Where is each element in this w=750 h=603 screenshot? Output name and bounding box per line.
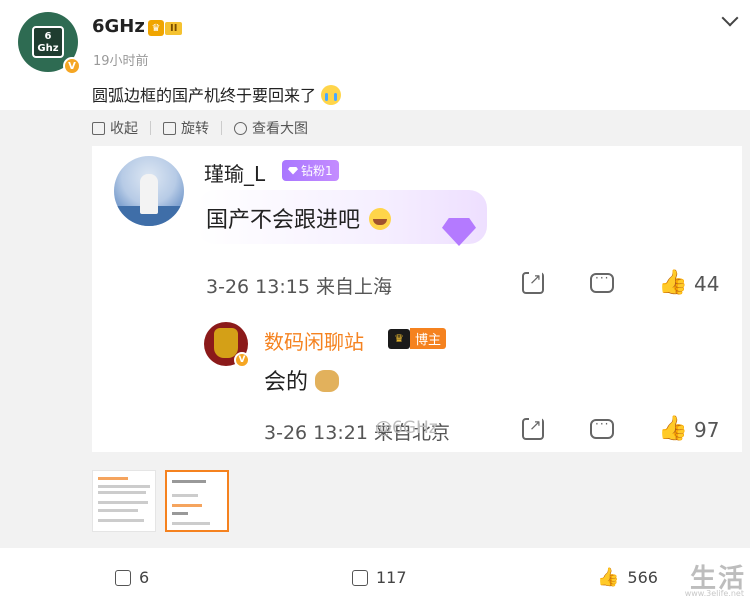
thumbnail-1[interactable] [92, 470, 156, 532]
view-large-button[interactable]: 查看大图 [234, 118, 320, 138]
image-toolbar: 收起 旋转 查看大图 [92, 118, 320, 138]
diamond-icon [288, 166, 298, 175]
collapse-label: 收起 [110, 121, 138, 137]
thumb-line [98, 485, 150, 488]
collapse-button[interactable]: 收起 [92, 118, 150, 138]
author-name[interactable]: 6GHz [92, 16, 145, 37]
post-text-body: 圆弧边框的国产机终于要回来了 [92, 86, 317, 105]
avatar-mask [214, 328, 238, 358]
crying-emoji-icon [321, 85, 342, 105]
thumbs-up-icon: 👍 [597, 566, 620, 588]
verified-badge-icon: V [234, 352, 250, 368]
action-bar: 6 117 👍 566 生活 www.3elife.net [0, 548, 750, 603]
repost-icon [115, 569, 131, 586]
comments-count: 117 [376, 568, 407, 587]
doge-emoji-icon [315, 370, 340, 392]
comment1-likes: 44 [694, 272, 720, 296]
view-large-label: 查看大图 [252, 121, 308, 137]
comments-button[interactable]: 117 [352, 568, 407, 587]
comment-icon [590, 271, 614, 293]
post-text: 圆弧边框的国产机终于要回来了 [92, 82, 342, 106]
level-label: II [165, 21, 183, 35]
commenter1-name: 瑾瑜_L [204, 162, 266, 186]
thumb-line [98, 519, 144, 522]
watermark: @6GHz [375, 418, 438, 438]
comment2-body: 会的 [264, 370, 309, 395]
thumb-line [98, 491, 146, 494]
comment-icon [352, 569, 368, 586]
likes-count: 566 [627, 568, 658, 587]
screenshot-image: 瑾瑜_L 钻粉1 国产不会跟进吧 3-26 13:15 来自上海 👍 44 V … [92, 146, 742, 452]
comment1-body: 国产不会跟进吧 [206, 208, 361, 233]
fan-badge: 钻粉1 [282, 160, 339, 181]
thumb-line [172, 480, 206, 483]
thumb-line [172, 512, 188, 515]
toolbar-divider [221, 121, 222, 135]
thumb-line [98, 501, 148, 504]
host-badge: ♛ 博主 [388, 328, 447, 349]
thumbs-up-icon: 👍 [658, 268, 688, 296]
verified-badge-icon: V [63, 57, 81, 75]
chip-logo: 6 Ghz [32, 26, 64, 58]
thumb-line [98, 509, 138, 512]
commenter2-name: 数码闲聊站 [264, 330, 364, 354]
share-icon [522, 416, 544, 440]
comment2-datetime: 3-26 13:21 [264, 422, 368, 444]
chevron-down-icon[interactable] [721, 9, 739, 27]
thumb-line [172, 494, 198, 497]
toolbar-divider [150, 121, 151, 135]
magnifier-icon [234, 121, 247, 135]
thumb-line [98, 477, 128, 480]
share-icon [522, 270, 544, 294]
thumb-line [172, 504, 202, 507]
repost-button[interactable]: 6 [115, 568, 149, 587]
rotate-button[interactable]: 旋转 [163, 118, 221, 138]
comment1-meta: 3-26 13:15 来自上海 [206, 272, 392, 299]
comment1-datetime: 3-26 13:15 [206, 276, 310, 298]
post-time: 19小时前 [93, 54, 149, 69]
like-button[interactable]: 👍 566 [597, 568, 658, 587]
crown-icon: ♛ [388, 328, 410, 349]
comment2-likes: 97 [694, 418, 720, 442]
repost-count: 6 [139, 568, 150, 587]
collapse-icon [92, 121, 105, 135]
rotate-label: 旋转 [181, 121, 209, 137]
comment1-text: 国产不会跟进吧 [206, 202, 392, 234]
comment-icon [590, 417, 614, 439]
level-badge: ♛ II [148, 20, 183, 36]
laughing-emoji-icon [369, 208, 392, 230]
thumbs-up-icon: 👍 [658, 414, 688, 442]
comment2-text: 会的 [264, 364, 340, 396]
fan-badge-label: 钻粉1 [301, 164, 333, 178]
rotate-icon [163, 121, 176, 135]
host-badge-label: 博主 [410, 328, 447, 349]
avatar-figure [140, 174, 158, 214]
site-url: www.3elife.net [684, 589, 744, 598]
thumbnail-2[interactable] [165, 470, 229, 532]
commenter1-avatar [114, 156, 184, 226]
post-header: 6 Ghz V 6GHz ♛ II 19小时前 圆弧边框的国产机终于要回来了 [0, 0, 750, 115]
comment1-location: 来自上海 [315, 276, 392, 298]
crown-icon: ♛ [148, 20, 164, 36]
thumb-line [172, 522, 210, 525]
